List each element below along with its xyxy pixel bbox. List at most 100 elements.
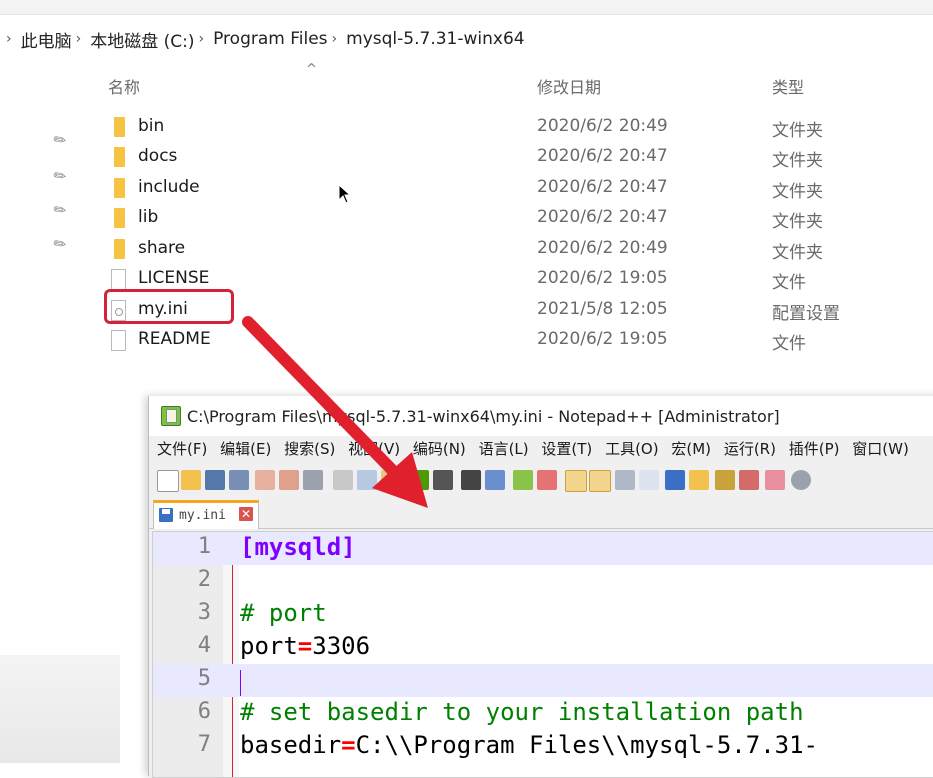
notepad-plus-plus-window[interactable]: C:\Program Files\mysql-5.7.31-winx64\my.… bbox=[148, 396, 933, 778]
file-type: 文件夹 bbox=[772, 212, 823, 232]
breadcrumb[interactable]: › 此电脑 › 本地磁盘 (C:) › Program Files › mysq… bbox=[0, 20, 933, 58]
code-text: # set basedir to your installation path bbox=[240, 698, 804, 726]
file-icon bbox=[111, 330, 126, 351]
close-icon[interactable]: ✕ bbox=[239, 507, 253, 521]
code-editor[interactable]: 1 [mysqld] 2 3 # port 4 port=3306 5 6 # … bbox=[152, 531, 933, 778]
save-all-icon[interactable] bbox=[229, 470, 249, 490]
mouse-cursor-icon bbox=[338, 184, 352, 204]
file-row-docs[interactable]: docs 2020/6/2 20:47 文件夹 bbox=[0, 142, 933, 172]
save-icon[interactable] bbox=[205, 470, 225, 490]
open-file-icon[interactable] bbox=[181, 470, 201, 490]
paste-icon[interactable] bbox=[381, 470, 401, 490]
file-date: 2020/6/2 20:47 bbox=[537, 146, 668, 166]
file-name[interactable]: include bbox=[138, 177, 200, 197]
menu-view[interactable]: 视图(V) bbox=[348, 438, 400, 459]
close-all-icon[interactable] bbox=[279, 470, 299, 490]
sync-vertical-icon[interactable] bbox=[565, 470, 587, 492]
file-row-lib[interactable]: lib 2020/6/2 20:47 文件夹 bbox=[0, 203, 933, 233]
menu-encoding[interactable]: 编码(N) bbox=[413, 438, 466, 459]
menu-file[interactable]: 文件(F) bbox=[157, 438, 207, 459]
close-file-icon[interactable] bbox=[255, 470, 275, 490]
code-line[interactable]: 2 bbox=[153, 565, 933, 598]
code-line[interactable]: 1 [mysqld] bbox=[153, 532, 933, 565]
new-file-icon[interactable] bbox=[157, 470, 179, 492]
file-name[interactable]: README bbox=[138, 329, 211, 349]
menu-macro[interactable]: 宏(M) bbox=[671, 438, 711, 459]
column-header-modified[interactable]: 修改日期 bbox=[537, 74, 601, 98]
file-row-include[interactable]: include 2020/6/2 20:47 文件夹 bbox=[0, 173, 933, 203]
document-map-icon[interactable] bbox=[689, 470, 709, 490]
config-key: basedir bbox=[240, 731, 342, 759]
menu-search[interactable]: 搜索(S) bbox=[284, 438, 335, 459]
file-row-share[interactable]: share 2020/6/2 20:49 文件夹 bbox=[0, 234, 933, 264]
code-line[interactable]: 4 port=3306 bbox=[153, 631, 933, 664]
sync-horizontal-icon[interactable] bbox=[589, 470, 611, 492]
file-name[interactable]: docs bbox=[138, 146, 177, 166]
file-row-readme[interactable]: README 2020/6/2 19:05 文件 bbox=[0, 325, 933, 355]
print-icon[interactable] bbox=[303, 470, 323, 490]
show-all-chars-icon[interactable] bbox=[639, 470, 659, 490]
zoom-in-icon[interactable] bbox=[513, 470, 533, 490]
chevron-right-icon[interactable]: › bbox=[199, 31, 205, 47]
file-type: 文件夹 bbox=[772, 151, 823, 171]
file-name[interactable]: share bbox=[138, 238, 185, 258]
indent-guide-icon[interactable] bbox=[665, 470, 685, 490]
chevron-right-icon[interactable]: › bbox=[6, 31, 12, 47]
file-type: 配置设置 bbox=[772, 304, 840, 324]
sort-ascending-icon: ^ bbox=[306, 62, 317, 77]
file-name[interactable]: bin bbox=[138, 116, 164, 136]
file-date: 2020/6/2 20:49 bbox=[537, 238, 668, 258]
file-date: 2021/5/8 12:05 bbox=[537, 299, 668, 319]
folder-workspace-icon[interactable] bbox=[739, 470, 759, 490]
file-date: 2020/6/2 20:47 bbox=[537, 207, 668, 227]
word-wrap-icon[interactable] bbox=[615, 470, 635, 490]
zoom-out-icon[interactable] bbox=[537, 470, 557, 490]
code-line[interactable]: 7 basedir=C:\\Program Files\\mysql-5.7.3… bbox=[153, 730, 933, 763]
function-list-icon[interactable] bbox=[715, 470, 735, 490]
breadcrumb-item-program-files[interactable]: Program Files bbox=[213, 29, 327, 49]
file-row-bin[interactable]: bin 2020/6/2 20:49 文件夹 bbox=[0, 112, 933, 142]
menu-window[interactable]: 窗口(W) bbox=[852, 438, 909, 459]
line-number: 6 bbox=[197, 699, 211, 724]
config-value: C:\\Program Files\\mysql-5.7.31- bbox=[355, 731, 818, 759]
line-number: 2 bbox=[197, 567, 211, 592]
column-header-name[interactable]: 名称 bbox=[108, 74, 140, 98]
chevron-right-icon[interactable]: › bbox=[332, 31, 338, 47]
preview-icon[interactable] bbox=[791, 470, 811, 490]
ribbon-strip bbox=[0, 0, 933, 15]
menu-settings[interactable]: 设置(T) bbox=[541, 438, 592, 459]
breadcrumb-item-local-disk[interactable]: 本地磁盘 (C:) bbox=[90, 27, 194, 52]
replace-icon[interactable] bbox=[485, 470, 505, 490]
code-line[interactable]: 6 # set basedir to your installation pat… bbox=[153, 697, 933, 730]
undo-icon[interactable] bbox=[409, 470, 429, 490]
line-number: 5 bbox=[197, 666, 211, 691]
file-date: 2020/6/2 20:49 bbox=[537, 116, 668, 136]
find-icon[interactable] bbox=[461, 470, 481, 490]
folder-icon bbox=[114, 147, 125, 167]
file-type: 文件夹 bbox=[772, 182, 823, 202]
menu-tools[interactable]: 工具(O) bbox=[605, 438, 659, 459]
column-header-type[interactable]: 类型 bbox=[772, 74, 804, 98]
redo-icon[interactable] bbox=[433, 470, 453, 490]
file-date: 2020/6/2 20:47 bbox=[537, 177, 668, 197]
file-name[interactable]: lib bbox=[138, 207, 158, 227]
copy-icon[interactable] bbox=[357, 470, 377, 490]
tab-my-ini[interactable]: my.ini ✕ bbox=[153, 500, 259, 529]
menu-plugins[interactable]: 插件(P) bbox=[789, 438, 840, 459]
code-line-current[interactable]: 5 bbox=[153, 664, 933, 697]
folder-icon bbox=[114, 178, 125, 198]
cut-icon[interactable] bbox=[333, 470, 353, 490]
breadcrumb-item-mysql[interactable]: mysql-5.7.31-winx64 bbox=[346, 29, 524, 49]
config-value: 3306 bbox=[312, 632, 371, 660]
code-line[interactable]: 3 # port bbox=[153, 598, 933, 631]
breadcrumb-item-this-pc[interactable]: 此电脑 bbox=[21, 27, 72, 52]
menu-language[interactable]: 语言(L) bbox=[479, 438, 529, 459]
config-operator: = bbox=[341, 731, 356, 759]
file-name[interactable]: LICENSE bbox=[138, 268, 209, 288]
text-caret bbox=[240, 670, 241, 696]
chevron-right-icon[interactable]: › bbox=[76, 31, 82, 47]
menu-run[interactable]: 运行(R) bbox=[724, 438, 776, 459]
monitoring-icon[interactable] bbox=[765, 470, 785, 490]
menu-edit[interactable]: 编辑(E) bbox=[220, 438, 271, 459]
window-title-bar[interactable]: C:\Program Files\mysql-5.7.31-winx64\my.… bbox=[149, 396, 933, 436]
